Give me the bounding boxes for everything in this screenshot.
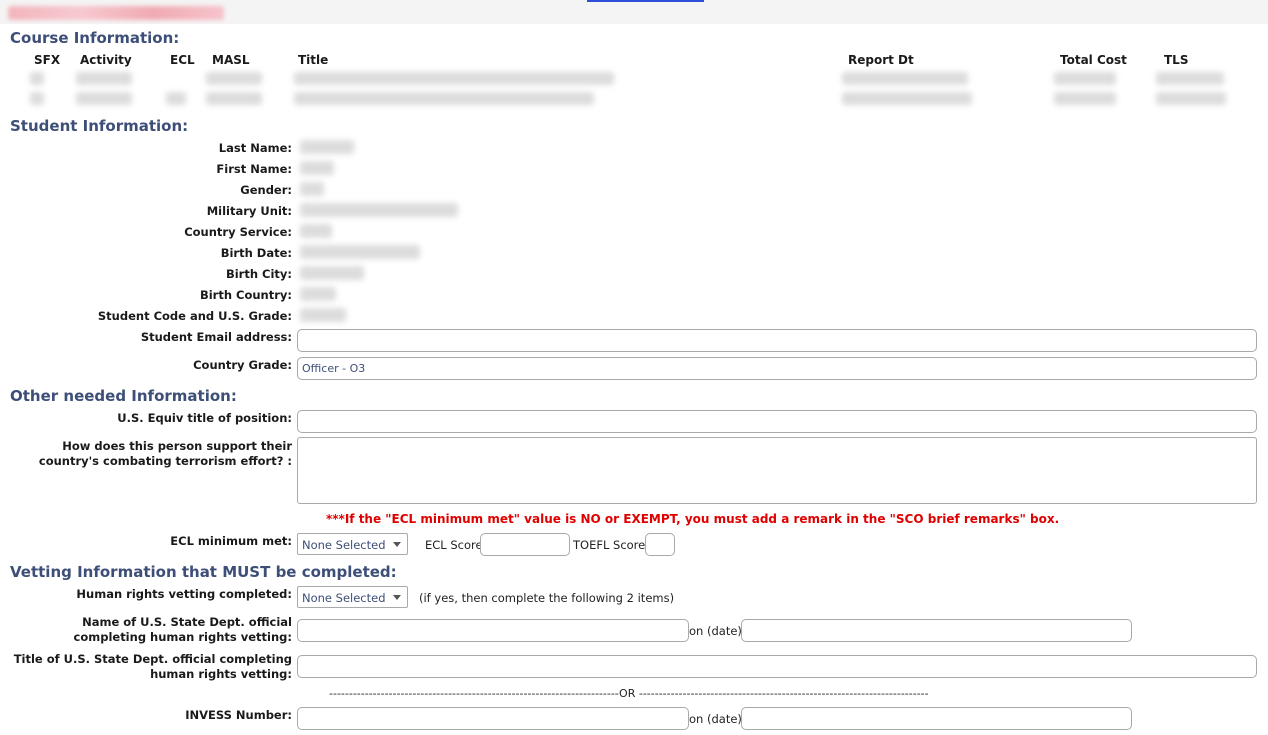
redacted-cell [206, 92, 262, 105]
ecl-minimum-selected: None Selected [302, 538, 386, 552]
chevron-down-icon [393, 542, 401, 547]
label-first-name: First Name: [216, 162, 292, 176]
redacted-cell [842, 72, 968, 85]
or-separator: ----------------------------------------… [329, 687, 929, 700]
redacted-cell [1156, 92, 1226, 105]
label-birth-country: Birth Country: [199, 288, 292, 302]
label-military-unit: Military Unit: [206, 204, 292, 218]
redacted-header [8, 6, 224, 20]
col-ecl: ECL [170, 53, 195, 67]
col-sfx: SFX [34, 53, 61, 67]
ecl-warning-text: ***If the "ECL minimum met" value is NO … [326, 512, 1060, 526]
email-field[interactable] [297, 329, 1257, 352]
label-birth-city: Birth City: [225, 267, 292, 281]
label-official-name-line1: Name of U.S. State Dept. official [82, 615, 292, 629]
ecl-score-field[interactable] [480, 533, 570, 556]
redacted-cell [294, 92, 594, 105]
label-country-grade: Country Grade: [193, 358, 292, 372]
redacted-gender [300, 182, 324, 196]
label-toefl-score: TOEFL Score: [573, 538, 650, 552]
label-country-service: Country Service: [184, 225, 292, 239]
redacted-cell [76, 92, 132, 105]
label-birth-date: Birth Date: [220, 246, 292, 260]
equiv-title-field[interactable] [297, 410, 1257, 433]
label-official-title-line2: human rights vetting: [150, 667, 292, 681]
redacted-cell [294, 72, 614, 85]
chevron-down-icon [393, 595, 401, 600]
col-tls: TLS [1164, 53, 1189, 67]
col-masl: MASL [212, 53, 250, 67]
label-student-code: Student Code and U.S. Grade: [97, 309, 292, 323]
official-title-field[interactable] [297, 655, 1257, 678]
redacted-cell [76, 72, 132, 85]
redacted-cell [30, 92, 44, 105]
label-invess: INVESS Number: [185, 708, 292, 722]
label-official-title-line1: Title of U.S. State Dept. official compl… [13, 652, 292, 666]
col-total-cost: Total Cost [1060, 53, 1127, 67]
redacted-last-name [300, 140, 354, 154]
label-support-line2: country's combating terrorism effort? : [38, 454, 292, 468]
label-email: Student Email address: [140, 330, 292, 344]
col-report-dt: Report Dt [848, 53, 914, 67]
invess-field[interactable] [297, 707, 689, 730]
redacted-cell [166, 92, 186, 105]
support-textarea[interactable] [297, 437, 1257, 504]
section-other-info: Other needed Information: [10, 387, 237, 405]
redacted-cell [30, 72, 44, 85]
official-date-field[interactable] [741, 619, 1132, 642]
label-ecl-score: ECL Score: [425, 538, 487, 552]
redacted-first-name [300, 161, 334, 175]
redacted-student-code [300, 308, 346, 322]
label-on-date: on (date) [689, 624, 742, 638]
top-link[interactable] [587, 0, 704, 2]
redacted-birth-city [300, 266, 364, 280]
redacted-country-service [300, 224, 332, 238]
redacted-cell [1156, 72, 1224, 85]
toefl-score-field[interactable] [645, 533, 675, 556]
redacted-cell [842, 92, 972, 105]
top-bar [0, 0, 1268, 24]
label-gender: Gender: [240, 183, 292, 197]
label-on-date-2: on (date) [689, 712, 742, 726]
redacted-cell [1054, 92, 1116, 105]
redacted-cell [206, 72, 262, 85]
redacted-birth-country [300, 287, 336, 301]
label-hr-vetting: Human rights vetting completed: [76, 587, 292, 601]
country-grade-field[interactable]: Officer - O3 [297, 357, 1257, 380]
label-support-line1: How does this person support their [62, 439, 292, 453]
label-equiv-title: U.S. Equiv title of position: [117, 411, 292, 425]
label-ecl-minimum: ECL minimum met: [170, 534, 292, 548]
redacted-cell [1054, 72, 1116, 85]
redacted-military-unit [300, 203, 458, 217]
label-official-name-line2: completing human rights vetting: [73, 630, 292, 644]
label-last-name: Last Name: [218, 141, 292, 155]
col-title: Title [298, 53, 329, 67]
hr-vetting-select[interactable]: None Selected [297, 586, 408, 608]
invess-date-field[interactable] [741, 707, 1132, 730]
col-activity: Activity [80, 53, 132, 67]
official-name-field[interactable] [297, 619, 689, 642]
section-student-info: Student Information: [10, 117, 189, 135]
section-vetting-info: Vetting Information that MUST be complet… [10, 563, 397, 581]
ecl-minimum-select[interactable]: None Selected [297, 533, 408, 555]
redacted-birth-date [300, 245, 420, 259]
hr-vetting-selected: None Selected [302, 591, 386, 605]
section-course-info: Course Information: [10, 29, 180, 47]
hr-vetting-hint: (if yes, then complete the following 2 i… [419, 591, 675, 605]
